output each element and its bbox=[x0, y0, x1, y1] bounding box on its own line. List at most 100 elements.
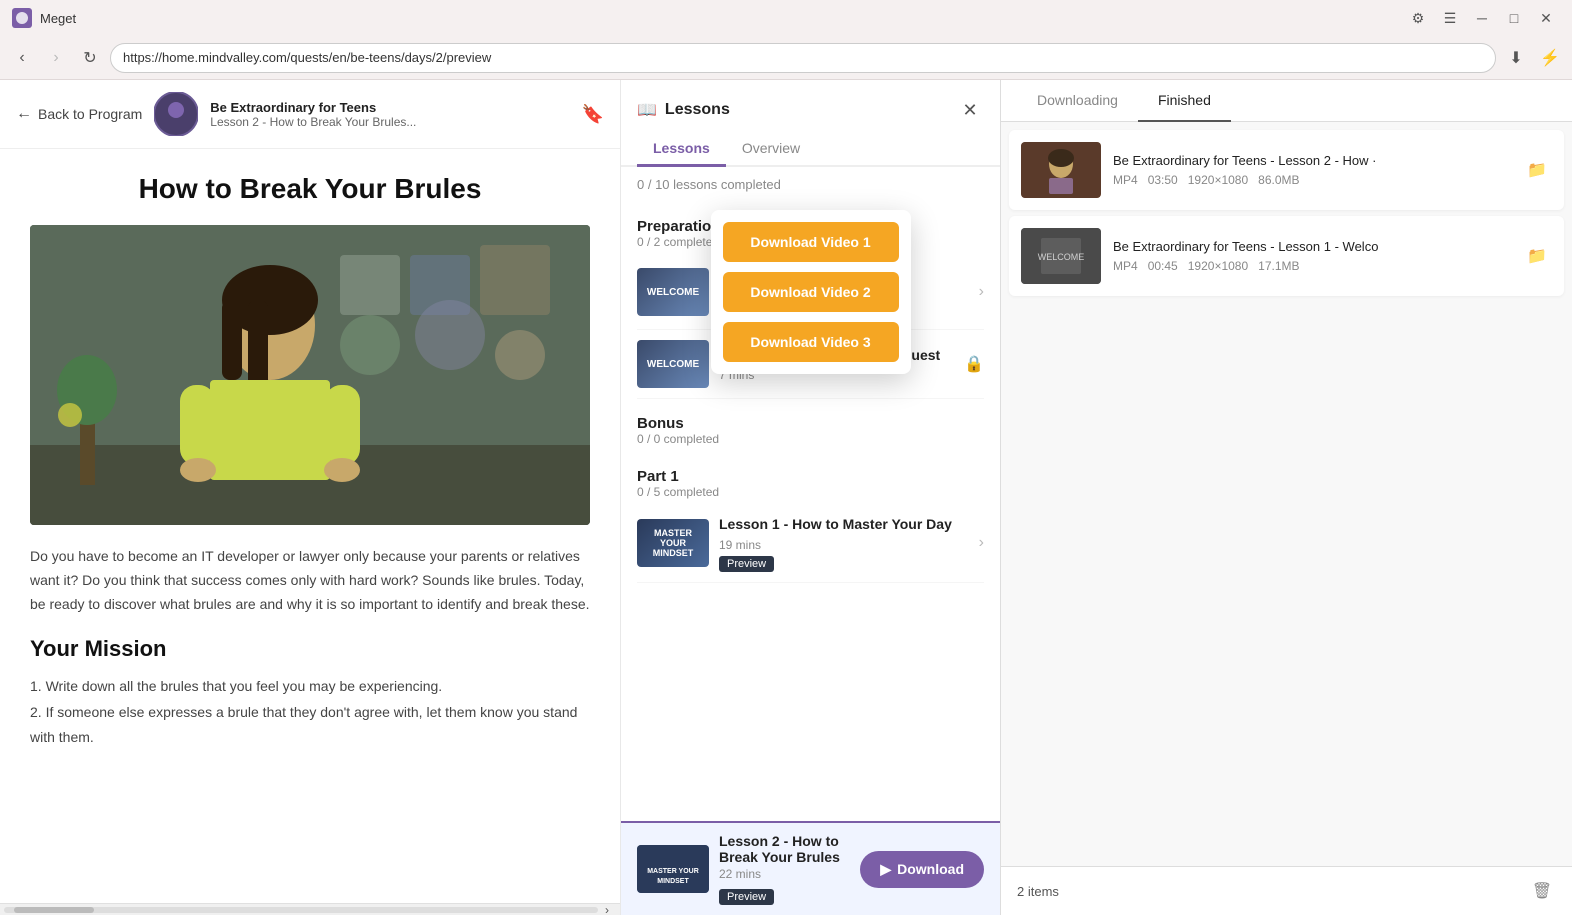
active-badges: Preview bbox=[719, 885, 850, 905]
lesson-duration-lesson1: 19 mins bbox=[719, 538, 969, 552]
video-thumbnail[interactable] bbox=[30, 225, 590, 525]
download-item-1: Be Extraordinary for Teens - Lesson 2 - … bbox=[1009, 130, 1564, 210]
lesson-lock-intro2: 🔒 bbox=[964, 354, 984, 374]
mission-item-1: 1. Write down all the brules that you fe… bbox=[30, 674, 590, 699]
section-bonus-name: Bonus bbox=[637, 415, 984, 432]
open-folder-button-1[interactable]: 📁 bbox=[1522, 155, 1552, 185]
scrollbar-track bbox=[4, 907, 598, 913]
webpage-panel: ← Back to Program Be Extraordinary for T… bbox=[0, 80, 620, 915]
download-thumb-1 bbox=[1021, 142, 1101, 198]
lesson-item-lesson1[interactable]: MASTER YOUR MINDSET Lesson 1 - How to Ma… bbox=[637, 505, 984, 582]
course-subtitle: Lesson 2 - How to Break Your Brules... bbox=[210, 115, 569, 129]
download-video-2-button[interactable]: Download Video 2 bbox=[723, 272, 899, 312]
tab-overview[interactable]: Overview bbox=[726, 132, 816, 167]
svg-text:MASTER YOUR: MASTER YOUR bbox=[647, 868, 699, 875]
webpage-content: How to Break Your Brules bbox=[0, 149, 620, 903]
back-to-program-label: Back to Program bbox=[38, 106, 142, 122]
trash-button[interactable]: 🗑 bbox=[1528, 877, 1556, 905]
address-text: https://home.mindvalley.com/quests/en/be… bbox=[123, 50, 491, 65]
dl-format-2: MP4 bbox=[1113, 259, 1138, 273]
download-title-2: Be Extraordinary for Teens - Lesson 1 - … bbox=[1113, 239, 1510, 256]
title-bar: Meget ⚙ ☰ ─ □ ✕ bbox=[0, 0, 1572, 36]
download-panel: Downloading Finished Be Extraordinary fo bbox=[1000, 80, 1572, 915]
menu-button[interactable]: ☰ bbox=[1436, 7, 1464, 29]
lessons-title: Lessons bbox=[665, 101, 730, 119]
lessons-panel: 📖 Lessons ✕ Lessons Overview 0 / 10 less… bbox=[620, 80, 1000, 915]
section-bonus-header: Bonus 0 / 0 completed bbox=[637, 399, 984, 452]
download-dropdown: Download Video 1 Download Video 2 Downlo… bbox=[711, 210, 911, 374]
download-video-3-button[interactable]: Download Video 3 bbox=[723, 322, 899, 362]
back-nav-button[interactable]: ‹ bbox=[8, 44, 36, 72]
items-count: 2 items bbox=[1017, 884, 1059, 899]
svg-text:MINDSET: MINDSET bbox=[657, 878, 689, 885]
app-icon bbox=[12, 8, 32, 28]
maximize-button[interactable]: □ bbox=[1500, 7, 1528, 29]
dl-duration-1: 03:50 bbox=[1148, 173, 1178, 187]
download-main-label: Download bbox=[897, 861, 964, 877]
dl-resolution-2: 1920×1080 bbox=[1188, 259, 1248, 273]
dl-size-2: 17.1MB bbox=[1258, 259, 1299, 273]
refresh-button[interactable]: ↻ bbox=[76, 44, 104, 72]
webpage-scrollbar[interactable]: › bbox=[0, 903, 620, 915]
course-info: Be Extraordinary for Teens Lesson 2 - Ho… bbox=[210, 100, 569, 129]
extensions-button[interactable]: ⚡ bbox=[1536, 44, 1564, 72]
open-folder-button-2[interactable]: 📁 bbox=[1522, 241, 1552, 271]
lesson-chevron-lesson1: › bbox=[979, 534, 984, 552]
dl-duration-2: 00:45 bbox=[1148, 259, 1178, 273]
main-container: ← Back to Program Be Extraordinary for T… bbox=[0, 80, 1572, 915]
back-to-program-link[interactable]: ← Back to Program bbox=[16, 105, 142, 123]
download-item-2: WELCOME Be Extraordinary for Teens - Les… bbox=[1009, 216, 1564, 296]
lesson-thumb-intro2: WELCOME bbox=[637, 340, 709, 388]
close-button[interactable]: ✕ bbox=[1532, 7, 1560, 29]
settings-button[interactable]: ⚙ bbox=[1404, 7, 1432, 29]
tab-lessons[interactable]: Lessons bbox=[637, 132, 726, 167]
lessons-tabs: Lessons Overview bbox=[621, 132, 1000, 167]
download-meta-2: MP4 00:45 1920×1080 17.1MB bbox=[1113, 259, 1510, 273]
section-part1-name: Part 1 bbox=[637, 468, 984, 485]
download-main-button[interactable]: ▶ Download bbox=[860, 851, 984, 888]
tab-downloading[interactable]: Downloading bbox=[1017, 80, 1138, 122]
address-bar[interactable]: https://home.mindvalley.com/quests/en/be… bbox=[110, 43, 1496, 73]
dl-size-1: 86.0MB bbox=[1258, 173, 1299, 187]
download-title-1: Be Extraordinary for Teens - Lesson 2 - … bbox=[1113, 153, 1510, 170]
tab-finished[interactable]: Finished bbox=[1138, 80, 1231, 122]
active-lesson-info: Lesson 2 - How to Break Your Brules 22 m… bbox=[719, 833, 850, 905]
minimize-button[interactable]: ─ bbox=[1468, 7, 1496, 29]
browser-bar: ‹ › ↻ https://home.mindvalley.com/quests… bbox=[0, 36, 1572, 80]
description-text: Do you have to become an IT developer or… bbox=[30, 545, 590, 616]
active-lesson-duration: 22 mins bbox=[719, 867, 850, 881]
back-bar: ← Back to Program Be Extraordinary for T… bbox=[0, 80, 620, 149]
download-info-2: Be Extraordinary for Teens - Lesson 1 - … bbox=[1113, 239, 1510, 274]
lesson-thumb-intro1: WELCOME bbox=[637, 268, 709, 316]
download-info-1: Be Extraordinary for Teens - Lesson 2 - … bbox=[1113, 153, 1510, 188]
lessons-progress: 0 / 10 lessons completed bbox=[621, 167, 1000, 202]
lessons-close-button[interactable]: ✕ bbox=[956, 96, 984, 124]
download-page-button[interactable]: ⬇ bbox=[1502, 44, 1530, 72]
course-title: Be Extraordinary for Teens bbox=[210, 100, 569, 115]
video-person-bg bbox=[30, 225, 590, 525]
bookmark-button[interactable]: 🔖 bbox=[582, 104, 604, 125]
lesson-title: How to Break Your Brules bbox=[30, 173, 590, 205]
download-panel-tabs: Downloading Finished bbox=[1001, 80, 1572, 122]
course-thumbnail bbox=[154, 92, 198, 136]
section-part1-progress: 0 / 5 completed bbox=[637, 485, 984, 499]
lesson-info-lesson1: Lesson 1 - How to Master Your Day 19 min… bbox=[719, 515, 969, 571]
active-lesson-bar: MASTER YOUR MINDSET Lesson 2 - How to Br… bbox=[621, 821, 1000, 915]
lesson-preview-badge-lesson1: Preview bbox=[719, 556, 774, 572]
download-thumb-2: WELCOME bbox=[1021, 228, 1101, 284]
scrollbar-thumb[interactable] bbox=[14, 907, 94, 913]
download-footer: 2 items 🗑 bbox=[1001, 866, 1572, 915]
dl-format-1: MP4 bbox=[1113, 173, 1138, 187]
lessons-title-row: 📖 Lessons bbox=[637, 100, 730, 120]
active-lesson-thumbnail: MASTER YOUR MINDSET bbox=[637, 845, 709, 893]
lesson-chevron-intro1: › bbox=[979, 283, 984, 301]
forward-nav-button[interactable]: › bbox=[42, 44, 70, 72]
mission-item-2: 2. If someone else expresses a brule tha… bbox=[30, 700, 590, 750]
dl-resolution-1: 1920×1080 bbox=[1188, 173, 1248, 187]
scroll-right-button[interactable]: › bbox=[598, 896, 616, 915]
app-title: Meget bbox=[40, 11, 1396, 26]
download-video-1-button[interactable]: Download Video 1 bbox=[723, 222, 899, 262]
lessons-book-icon: 📖 bbox=[637, 100, 657, 120]
svg-text:WELCOME: WELCOME bbox=[1038, 252, 1085, 262]
lessons-header: 📖 Lessons ✕ bbox=[621, 80, 1000, 124]
